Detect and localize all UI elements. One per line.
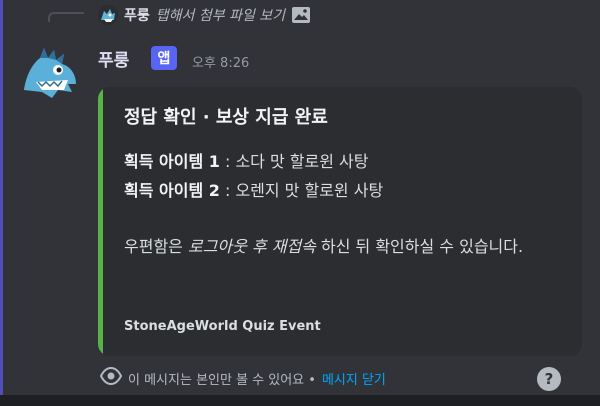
ephemeral-notice: 이 메시지는 본인만 볼 수 있어요 • 메시지 닫기: [99, 366, 386, 390]
image-icon: [291, 5, 311, 25]
mailbox-note-pre: 우편함은: [124, 237, 188, 256]
reward-item-1: 획득 아이템 1 : 소다 맛 할로윈 사탕: [124, 148, 368, 172]
reward-item-separator: :: [219, 181, 236, 200]
reward-item-2: 획득 아이템 2 : 오렌지 맛 할로윈 사탕: [124, 177, 383, 201]
reply-preview-text[interactable]: 탭해서 첨부 파일 보기: [156, 5, 285, 25]
mailbox-note-emphasis: 로그아웃 후 재접속: [187, 237, 316, 256]
embed-footer: StoneAgeWorld Quiz Event: [124, 319, 321, 334]
reply-spine: [48, 12, 84, 22]
reward-item-separator: :: [219, 152, 236, 171]
message-timestamp[interactable]: 오후 8:26: [192, 52, 249, 71]
app-badge: 앱: [151, 46, 177, 70]
embed-card: 정답 확인 · 보상 지급 완료 획득 아이템 1 : 소다 맛 할로윈 사탕 …: [98, 87, 582, 356]
ephemeral-text: 이 메시지는 본인만 볼 수 있어요 •: [128, 372, 316, 388]
help-icon[interactable]: ?: [537, 367, 561, 391]
mailbox-note-post: 하신 뒤 확인하실 수 있습니다.: [315, 237, 524, 256]
composer-edge: [0, 395, 600, 406]
reward-item-label: 획득 아이템 1: [124, 152, 220, 171]
message-author[interactable]: 푸룽: [98, 46, 129, 71]
bot-avatar[interactable]: [18, 40, 82, 104]
reply-author[interactable]: 푸룽: [124, 5, 150, 25]
embed-accent-bar: [98, 87, 103, 356]
reward-item-value: 소다 맛 할로윈 사탕: [235, 152, 369, 171]
reply-avatar[interactable]: [98, 5, 118, 25]
dismiss-message-link[interactable]: 메시지 닫기: [322, 369, 386, 388]
embed-title: 정답 확인 · 보상 지급 완료: [124, 107, 328, 128]
reward-item-label: 획득 아이템 2: [124, 181, 220, 200]
reply-reference[interactable]: 푸룽 탭해서 첨부 파일 보기: [98, 3, 311, 27]
reward-item-value: 오렌지 맛 할로윈 사탕: [235, 181, 384, 200]
eye-icon: [99, 366, 123, 389]
channel-unread-strip: [0, 0, 3, 406]
mailbox-note: 우편함은 로그아웃 후 재접속 하신 뒤 확인하실 수 있습니다.: [124, 232, 564, 262]
